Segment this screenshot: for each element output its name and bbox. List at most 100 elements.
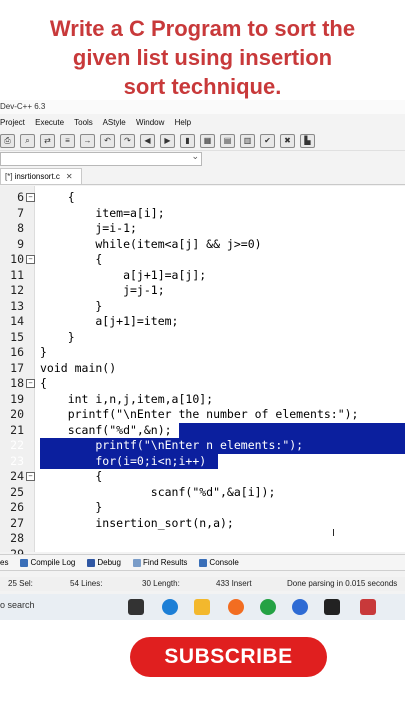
menu-execute[interactable]: Execute [35,118,64,127]
code-text: printf("\nEnter the number of elements:"… [40,407,359,421]
text-cursor-icon: I [332,528,335,539]
chart-icon[interactable]: ▙ [300,134,315,148]
subscribe-button[interactable]: SUBSCRIBE [130,637,327,677]
close-tab-icon[interactable]: ✕ [66,172,73,181]
code-line[interactable]: 19 int i,n,j,item,a[10]; [0,392,405,408]
fold-toggle-icon[interactable]: − [26,193,35,202]
code-text: { [40,252,103,266]
line-number: 20 [10,407,24,421]
tab-insrtionsort[interactable]: [*] insrtionsort.c ✕ [0,168,82,184]
code-line[interactable]: 7 item=a[i]; [0,206,405,222]
code-line[interactable]: 16} [0,345,405,361]
code-line[interactable]: 11 a[j+1]=a[j]; [0,268,405,284]
code-line[interactable]: 27 insertion_sort(n,a); [0,516,405,532]
app-icon[interactable] [292,599,308,615]
code-text: j=i-1; [40,221,137,235]
status-sel: 25 Sel: [8,579,33,588]
line-number: 14 [10,314,24,328]
line-number: 7 [17,205,24,220]
bookmark-back-icon[interactable]: ◀ [140,134,155,148]
code-text: } [40,345,47,359]
code-text: j=j-1; [40,283,165,297]
find-icon[interactable]: ⌕ [20,134,35,148]
menu-astyle[interactable]: AStyle [103,118,126,127]
code-line[interactable]: 6− { [0,190,405,206]
code-line[interactable]: 25 scanf("%d",&a[i]); [0,485,405,501]
taskbar-search[interactable]: o search [0,600,35,610]
code-line[interactable]: 18−{ [0,376,405,392]
whatsapp-icon[interactable] [260,599,276,615]
task-view-icon[interactable] [128,599,144,615]
debug-icon [87,558,96,567]
editor-tabs: [*] insrtionsort.c ✕ [0,168,405,185]
code-line[interactable]: 8 j=i-1; [0,221,405,237]
check-icon[interactable]: ✔ [260,134,275,148]
line-number: 12 [10,283,24,297]
tab-resources[interactable]: es [0,555,12,570]
grid-icon[interactable]: ▦ [200,134,215,148]
code-editor[interactable]: 6− {7 item=a[i]; 8 j=i-1; 9 while(item<a[j… [0,186,405,561]
fold-toggle-icon[interactable]: − [26,255,35,264]
edge-icon[interactable] [162,599,178,615]
find-results-icon [132,558,141,567]
code-line[interactable]: 28 [0,531,405,547]
code-line[interactable]: 24− { [0,469,405,485]
goto-icon[interactable]: → [80,134,95,148]
line-number: 25 [10,484,24,499]
code-text: } [40,500,103,514]
bookmark-fwd-icon[interactable]: ▶ [160,134,175,148]
file-explorer-icon[interactable] [194,599,210,615]
line-number: 21 [10,422,24,437]
layout-icon[interactable]: ▥ [240,134,255,148]
line-number: 6 [17,190,24,204]
tab-find-results[interactable]: Find Results [132,555,191,570]
undo-icon[interactable]: ↶ [100,134,115,148]
code-text: while(item<a[j] && j>=0) [40,236,262,251]
line-number: 19 [10,391,24,406]
replace-icon[interactable]: ⇄ [40,134,55,148]
bookmark-icon[interactable]: ▮ [180,134,195,148]
ide-screenshot: Dev-C++ 6.3 Project Execute Tools AStyle… [0,100,405,620]
devcpp-icon[interactable] [360,599,376,615]
code-text: for(i=0;i<n;i++) [40,453,207,468]
code-line[interactable]: 14 a[j+1]=item; [0,314,405,330]
status-length: 30 Length: [142,579,180,588]
code-line[interactable]: 20 printf("\nEnter the number of element… [0,407,405,423]
close-icon[interactable]: ✖ [280,134,295,148]
fold-toggle-icon[interactable]: − [26,379,35,388]
code-line[interactable]: 23 for(i=0;i<n;i++) [0,453,405,469]
menu-help[interactable]: Help [175,118,191,127]
menu-project[interactable]: Project [0,118,25,127]
tab-compile-log[interactable]: Compile Log [20,555,79,570]
menu-window[interactable]: Window [136,118,164,127]
function-combo[interactable]: ⌄ [0,151,202,166]
code-line[interactable]: 22 printf("\nEnter n elements:"); [0,438,405,454]
panel-icon[interactable]: ▤ [220,134,235,148]
code-line[interactable]: 9 while(item<a[j] && j>=0) [0,237,405,253]
line-number: 22 [10,438,24,452]
code-line[interactable]: 10− { [0,252,405,268]
status-bar: 25 Sel: 54 Lines: 30 Length: 433 Insert … [0,577,405,591]
tab-debug[interactable]: Debug [87,555,125,570]
terminal-icon[interactable] [324,599,340,615]
code-line[interactable]: 13 } [0,299,405,315]
redo-icon[interactable]: ↷ [120,134,135,148]
list-icon[interactable]: ≡ [60,134,75,148]
tab-console[interactable]: Console [199,555,242,570]
code-text: void main() [40,360,117,375]
status-insert: 433 Insert [216,579,252,588]
tab-label: insrtionsort.c [14,172,60,181]
fold-toggle-icon[interactable]: − [26,472,35,481]
line-number: 17 [10,360,24,375]
print-icon[interactable]: ⎙ [0,134,15,148]
headline-line-2: given list using insertion [72,45,333,70]
firefox-icon[interactable] [228,599,244,615]
menu-tools[interactable]: Tools [74,118,93,127]
code-line[interactable]: 15 } [0,330,405,346]
code-line[interactable]: 12 j=j-1; [0,283,405,299]
code-line[interactable]: 21 scanf("%d",&n); [0,422,405,438]
code-line[interactable]: 17 void main() [0,361,405,377]
code-line[interactable]: 26 } [0,500,405,516]
code-text: { [40,376,47,390]
line-number: 11 [10,267,24,282]
